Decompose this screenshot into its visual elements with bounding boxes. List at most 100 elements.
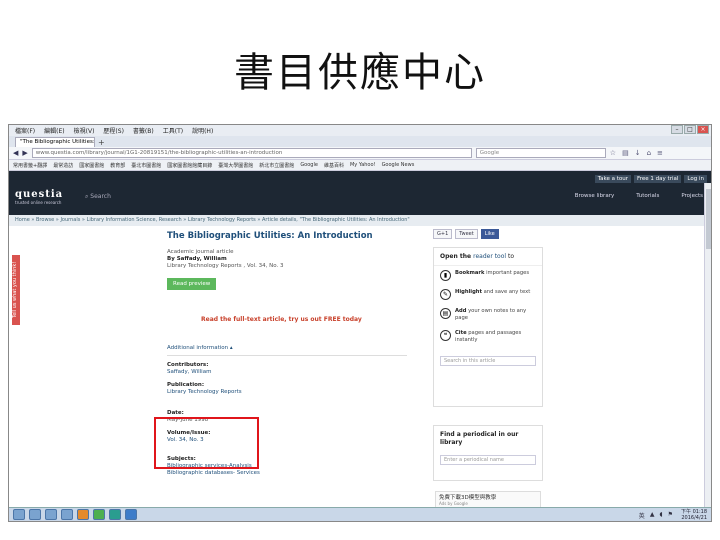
menu-file[interactable]: 檔案(F) <box>15 126 35 135</box>
app-icon[interactable] <box>125 509 137 520</box>
bookmark-icon[interactable]: ▤ <box>622 149 629 157</box>
skype-icon[interactable] <box>109 509 121 520</box>
reader-heading-pre: Open the <box>440 253 474 260</box>
bookmark-item[interactable]: 國家圖書館 <box>79 162 104 169</box>
tour-button[interactable]: Take a tour <box>594 175 632 183</box>
article-search-input[interactable]: Search in this article <box>440 356 536 366</box>
ad-banner[interactable]: 免費下載3D模型與教學 Ads by Google <box>435 491 541 508</box>
volume-icon[interactable]: ◖ <box>659 511 662 520</box>
back-icon[interactable]: ◀ <box>13 149 18 157</box>
site-search-label: Search <box>90 193 111 200</box>
article-type: Academic journal article <box>167 249 234 255</box>
feature-bookmark: ▮ Bookmark important pages <box>434 266 542 285</box>
feedback-tab[interactable]: Tell us what you think! <box>12 255 20 325</box>
explorer-icon[interactable] <box>45 509 57 520</box>
site-header: Take a tour Free 1 day trial Log in ques… <box>9 171 711 215</box>
bookmark-item[interactable]: 國家圖書館館藏目錄 <box>167 162 212 169</box>
site-nav: Browse library Tutorials Projects <box>575 193 703 199</box>
article-meta: Academic journal article By Saffady, Wil… <box>167 249 417 270</box>
logo-tagline: trusted online research <box>15 200 62 205</box>
reader-heading: Open the reader tool to <box>434 248 542 266</box>
clock[interactable]: 下午 01:18 2016/4/21 <box>681 509 707 521</box>
menu-edit[interactable]: 編輯(E) <box>44 126 64 135</box>
breadcrumb[interactable]: Home » Browse » Journals » Library Infor… <box>9 215 711 226</box>
highlight-box <box>154 417 259 469</box>
share-buttons: G+1 Tweet Like <box>433 229 499 239</box>
nav-tutorials[interactable]: Tutorials <box>636 193 659 199</box>
menu-tools[interactable]: 工具(T) <box>163 126 183 135</box>
home-icon[interactable]: ⌂ <box>647 149 651 157</box>
article-byline: By Saffady, William <box>167 256 417 263</box>
like-button[interactable]: Like <box>480 229 499 239</box>
maximize-icon[interactable]: □ <box>684 125 696 134</box>
window-controls: – □ × <box>671 125 709 134</box>
new-tab-button[interactable]: + <box>98 139 105 147</box>
nav-browse-library[interactable]: Browse library <box>575 193 614 199</box>
feature-strong: Highlight <box>455 289 482 295</box>
tab-bar: "The Bibliographic Utilities: An... + <box>9 136 711 147</box>
bookmark-item[interactable]: 教育部 <box>110 162 125 169</box>
line-icon[interactable] <box>93 509 105 520</box>
reader-tool-link[interactable]: reader tool <box>473 253 506 260</box>
browser-search-input[interactable]: Google <box>475 148 606 158</box>
article-source: Library Technology Reports , Vol. 34, No… <box>167 263 284 269</box>
bookmark-item[interactable]: My Yahoo! <box>350 162 376 168</box>
reader-tool-panel: Open the reader tool to ▮ Bookmark impor… <box>433 247 543 407</box>
additional-info-toggle[interactable]: Additional information ▴ <box>167 345 417 351</box>
login-button[interactable]: Log in <box>684 175 707 183</box>
firefox-icon[interactable] <box>77 509 89 520</box>
bookmark-item[interactable]: Google <box>300 162 318 168</box>
contributors-field: Contributors: Saffady, William <box>167 362 417 376</box>
media-icon[interactable] <box>61 509 73 520</box>
bookmark-icon: ▮ <box>440 270 451 281</box>
menu-history[interactable]: 歷程(S) <box>103 126 124 135</box>
feature-rest: important pages <box>484 270 530 276</box>
network-icon[interactable]: ▲ <box>650 511 655 520</box>
feature-text: Add your own notes to any page <box>455 308 536 322</box>
site-logo[interactable]: questia trusted online research <box>15 189 63 205</box>
start-icon[interactable] <box>13 509 25 520</box>
contributor-link[interactable]: Saffady, William <box>167 369 417 376</box>
gplus-button[interactable]: G+1 <box>433 229 453 239</box>
close-icon[interactable]: × <box>697 125 709 134</box>
periodical-search-input[interactable]: Enter a periodical name <box>440 455 536 465</box>
flag-icon[interactable]: ⚑ <box>668 511 673 520</box>
nav-bar: ◀ ▶ www.questia.com/library/journal/1G1-… <box>9 147 711 160</box>
language-icon[interactable]: 英 <box>639 511 645 520</box>
minimize-icon[interactable]: – <box>671 125 683 134</box>
ie-icon[interactable] <box>29 509 41 520</box>
download-icon[interactable]: ↓ <box>635 149 641 157</box>
search-icon: ⌕ <box>85 193 89 200</box>
read-preview-button[interactable]: Read preview <box>167 278 217 290</box>
menu-bookmarks[interactable]: 書籤(B) <box>133 126 154 135</box>
scroll-thumb[interactable] <box>706 189 711 249</box>
site-search[interactable]: ⌕ Search <box>85 193 111 201</box>
bookmark-item[interactable]: 臺灣大學圖書館 <box>218 162 253 169</box>
bookmark-item[interactable]: 常用書籤+翻譯 <box>13 162 47 169</box>
trial-button[interactable]: Free 1 day trial <box>634 175 682 183</box>
bookmark-item[interactable]: 維基百科 <box>324 162 344 169</box>
header-buttons: Take a tour Free 1 day trial Log in <box>594 175 707 183</box>
menu-view[interactable]: 檢視(V) <box>74 126 95 135</box>
feature-notes: ▤ Add your own notes to any page <box>434 304 542 326</box>
feature-text: Cite pages and passages instantly <box>455 330 536 344</box>
bookmark-item[interactable]: 新北市立圖書館 <box>259 162 294 169</box>
subject-link[interactable]: Bibliographic databases- Services <box>167 470 417 477</box>
tweet-button[interactable]: Tweet <box>455 229 478 239</box>
browser-window: 檔案(F) 編輯(E) 檢視(V) 歷程(S) 書籤(B) 工具(T) 說明(H… <box>8 124 712 522</box>
periodical-heading: Find a periodical in our library <box>440 431 519 446</box>
menu-help[interactable]: 說明(H) <box>192 126 213 135</box>
pencil-icon: ✎ <box>440 289 451 300</box>
bookmark-item[interactable]: 最常造訪 <box>53 162 73 169</box>
bookmark-item[interactable]: 臺北市圖書館 <box>131 162 161 169</box>
menu-icon[interactable]: ≡ <box>657 149 663 157</box>
page-scrollbar[interactable] <box>704 183 711 509</box>
fulltext-link[interactable]: Read the full-text article, try us out F… <box>167 316 417 323</box>
star-icon[interactable]: ☆ <box>610 149 616 157</box>
forward-icon[interactable]: ▶ <box>22 149 27 157</box>
url-bar[interactable]: www.questia.com/library/journal/1G1-2081… <box>31 148 472 158</box>
publication-link[interactable]: Library Technology Reports <box>167 389 417 396</box>
tab-article[interactable]: "The Bibliographic Utilities: An... <box>15 137 95 147</box>
nav-projects[interactable]: Projects <box>681 193 703 199</box>
bookmark-item[interactable]: Google News <box>382 162 415 168</box>
